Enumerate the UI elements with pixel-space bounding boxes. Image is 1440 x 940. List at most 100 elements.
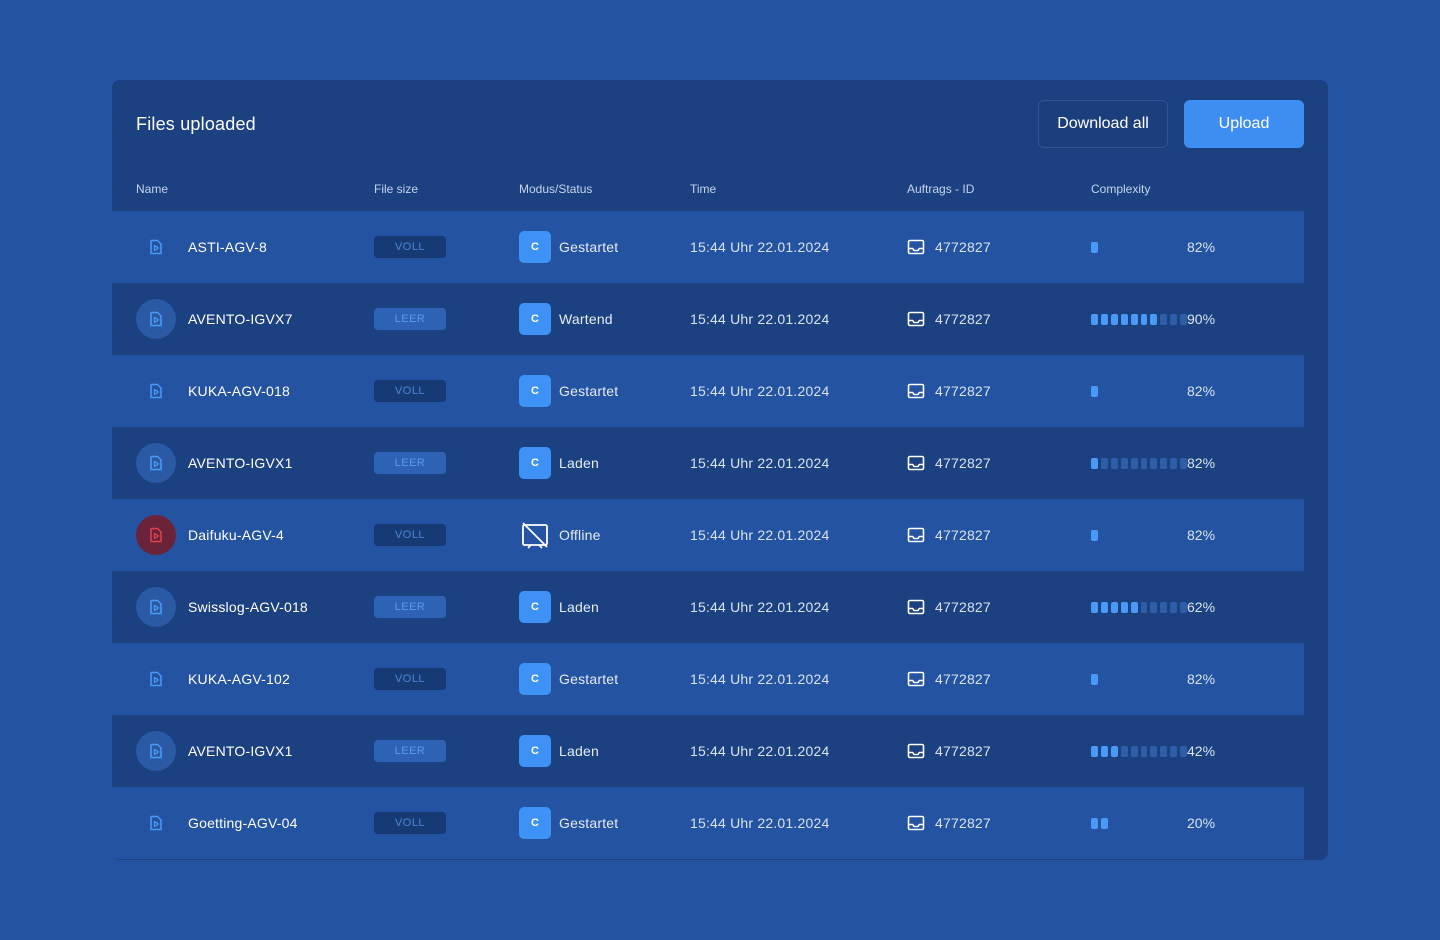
complexity-segment [1091,673,1098,685]
complexity-segment [1160,674,1167,685]
column-header-auftrags-id[interactable]: Auftrags - ID [907,182,974,196]
complexity-segment [1141,674,1148,685]
complexity-segment [1150,674,1157,685]
file-icon-cell [136,355,176,427]
complexity-segment [1160,818,1167,829]
download-all-button[interactable]: Download all [1038,100,1168,148]
column-header-file-size[interactable]: File size [374,182,418,196]
complexity-cell [1091,715,1188,787]
file-icon-cell [136,211,176,283]
auftrags-id-cell: 4772827 [907,787,991,859]
complexity-segment [1150,530,1157,541]
column-header-complexity[interactable]: Complexity [1091,182,1150,196]
table-header: Name File size Modus/Status Time Auftrag… [112,180,1328,200]
table-row-6[interactable]: Swisslog-AGV-018 LEER C Laden 15:44 Uhr … [112,571,1304,643]
table-row-7[interactable]: KUKA-AGV-102 VOLL C Gestartet 15:44 Uhr … [112,643,1304,715]
panel-header: Files uploaded Download all Upload [112,80,1328,170]
complexity-segment [1110,457,1118,469]
status-cell: Offline [519,499,601,571]
auftrags-id-text: 4772827 [935,239,991,255]
status-c-icon: C [519,303,551,335]
table-row-1[interactable]: ASTI-AGV-8 VOLL C Gestartet 15:44 Uhr 22… [112,211,1304,283]
file-size-cell: LEER [374,715,446,787]
column-header-name[interactable]: Name [136,182,168,196]
complexity-segment [1130,601,1138,613]
table-row-5[interactable]: Daifuku-AGV-4 VOLL Offline 15:44 Uhr 22.… [112,499,1304,571]
file-name[interactable]: AVENTO-IGVX1 [188,715,293,787]
complexity-segment [1100,313,1108,325]
status-cell: C Laden [519,715,599,787]
file-size-cell: VOLL [374,643,446,715]
file-name[interactable]: AVENTO-IGVX1 [188,427,293,499]
auftrags-id-text: 4772827 [935,455,991,471]
table-row-3[interactable]: KUKA-AGV-018 VOLL C Gestartet 15:44 Uhr … [112,355,1304,427]
complexity-segment [1091,529,1098,541]
status-c-icon: C [519,447,551,479]
file-name[interactable]: Swisslog-AGV-018 [188,571,308,643]
complexity-segment [1130,457,1138,469]
status-text: Laden [559,599,599,615]
complexity-segment [1170,601,1178,613]
complexity-cell [1091,355,1187,427]
complexity-segment [1121,386,1128,397]
complexity-segment [1150,601,1158,613]
complexity-segment [1121,674,1128,685]
auftrags-id-cell: 4772827 [907,499,991,571]
complexity-segment [1150,818,1157,829]
table-row-9[interactable]: Goetting-AGV-04 VOLL C Gestartet 15:44 U… [112,787,1304,859]
file-icon-cell [136,715,176,787]
status-c-icon: C [519,375,551,407]
complexity-cell [1091,571,1188,643]
complexity-segment [1091,745,1098,757]
file-name[interactable]: AVENTO-IGVX7 [188,283,293,355]
auftrags-id-text: 4772827 [935,815,991,831]
complexity-segment [1101,386,1108,397]
table-row-2[interactable]: AVENTO-IGVX7 LEER C Wartend 15:44 Uhr 22… [112,283,1304,355]
status-c-icon: C [519,807,551,839]
status-text: Gestartet [559,239,619,255]
file-size-badge: LEER [374,308,446,330]
inbox-icon [907,670,925,688]
complexity-segment [1091,241,1098,253]
complexity-segment [1111,242,1118,253]
status-text: Gestartet [559,815,619,831]
time-text: 15:44 Uhr 22.01.2024 [690,383,830,399]
time-text: 15:44 Uhr 22.01.2024 [690,599,830,615]
status-cell: C Gestartet [519,355,618,427]
complexity-meter [1091,313,1188,325]
complexity-meter [1091,745,1188,757]
complexity-cell [1091,787,1187,859]
complexity-segment [1141,530,1148,541]
auftrags-id-text: 4772827 [935,383,991,399]
file-name[interactable]: ASTI-AGV-8 [188,211,267,283]
file-icon [136,299,176,339]
complexity-segment [1131,530,1138,541]
file-name[interactable]: KUKA-AGV-102 [188,643,290,715]
status-c-icon: C [519,231,551,263]
complexity-meter [1091,601,1188,613]
complexity-segment [1170,530,1177,541]
table-row-4[interactable]: AVENTO-IGVX1 LEER C Laden 15:44 Uhr 22.0… [112,427,1304,499]
column-header-status[interactable]: Modus/Status [519,182,592,196]
status-c-icon: C [519,591,551,623]
table-row-8[interactable]: AVENTO-IGVX1 LEER C Laden 15:44 Uhr 22.0… [112,715,1304,787]
file-size-cell: VOLL [374,499,446,571]
upload-button[interactable]: Upload [1184,100,1304,148]
file-name[interactable]: KUKA-AGV-018 [188,355,290,427]
complexity-segment [1100,457,1108,469]
file-icon-cell [136,571,176,643]
status-text: Gestartet [559,383,619,399]
complexity-segment [1120,313,1128,325]
complexity-segment [1141,242,1148,253]
column-header-time[interactable]: Time [690,182,716,196]
file-name[interactable]: Goetting-AGV-04 [188,787,298,859]
page-title: Files uploaded [136,114,256,134]
status-text: Offline [559,527,601,543]
complexity-segment [1141,386,1148,397]
offline-icon [519,519,551,551]
inbox-icon [907,814,925,832]
time-text: 15:44 Uhr 22.01.2024 [690,527,830,543]
file-name[interactable]: Daifuku-AGV-4 [188,499,284,571]
complexity-segment [1140,457,1148,469]
file-size-cell: LEER [374,571,446,643]
